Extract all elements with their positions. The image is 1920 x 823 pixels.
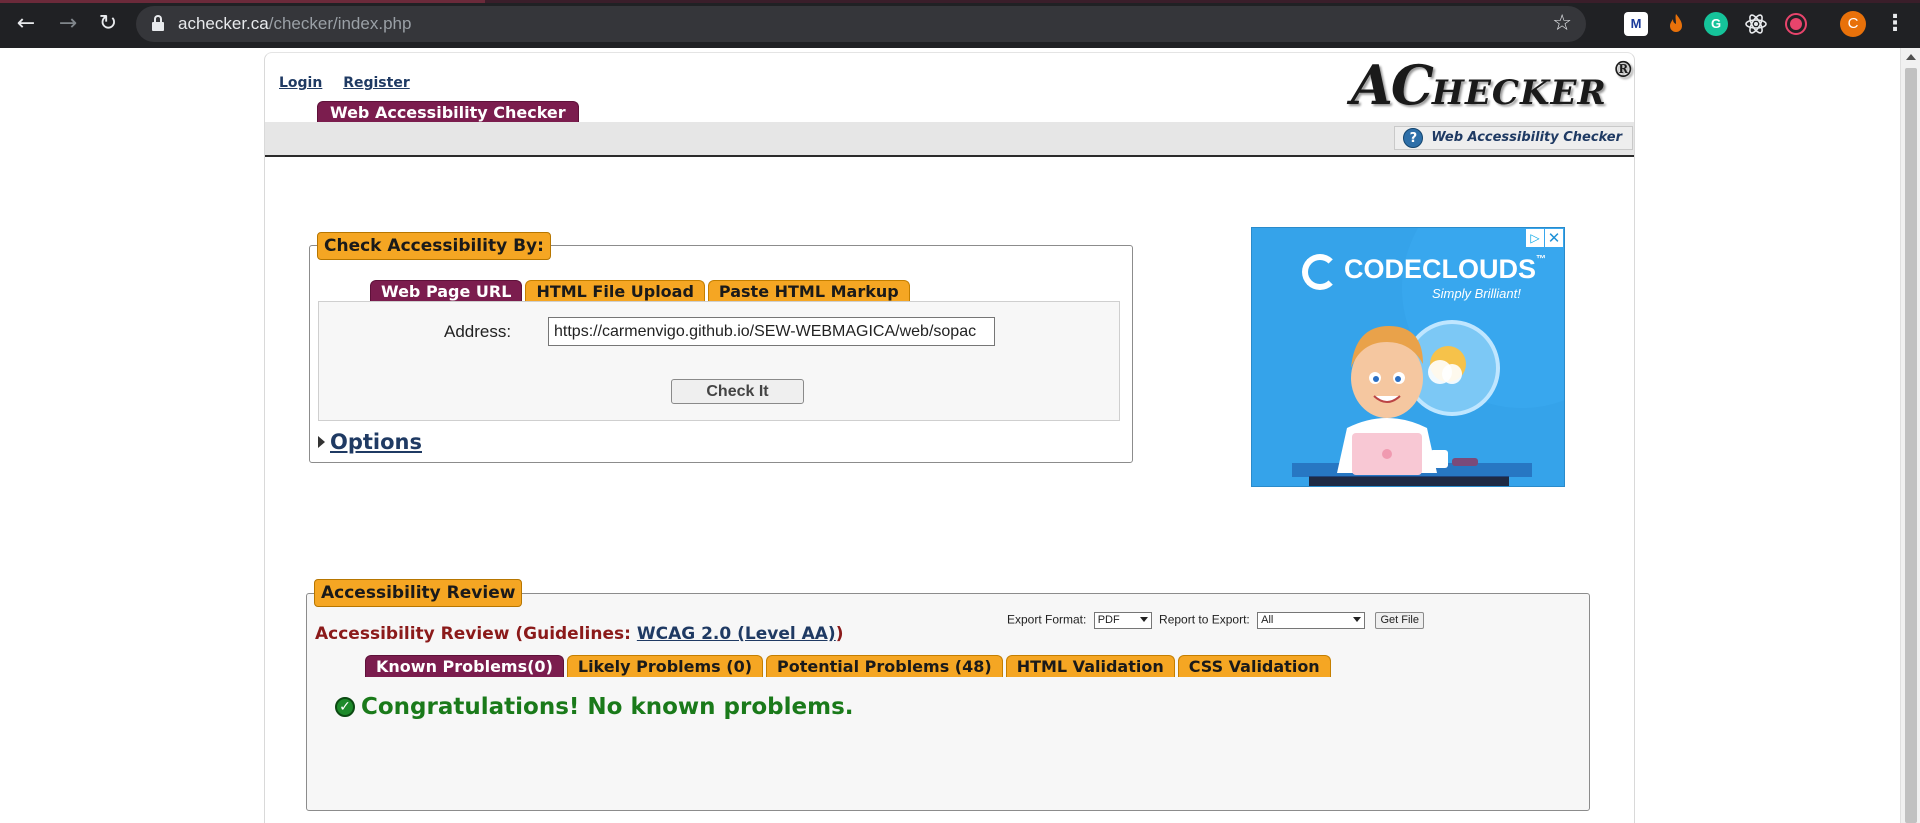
review-guidelines-title: Accessibility Review (Guidelines: WCAG 2… (315, 624, 844, 644)
advertisement[interactable]: CODECLOUDS™ Simply Brilliant! ▷ ✕ (1251, 227, 1565, 487)
expand-triangle-icon (318, 436, 325, 448)
ad-trademark: ™ (1536, 254, 1547, 265)
extension-pink-icon[interactable] (1784, 12, 1808, 36)
url-input-panel: Address: https://carmenvigo.github.io/SE… (318, 301, 1120, 421)
help-icon: ? (1403, 128, 1424, 148)
check-it-button[interactable]: Check It (671, 379, 804, 404)
tab-potential-problems[interactable]: Potential Problems (48) (766, 655, 1003, 677)
address-bar-url[interactable]: achecker.ca/checker/index.php (178, 14, 411, 34)
review-title-prefix: Accessibility Review (Guidelines: (315, 624, 637, 644)
report-to-export-value: All (1261, 614, 1274, 626)
tab-css-validation[interactable]: CSS Validation (1177, 655, 1331, 677)
page-scrollbar[interactable] (1900, 48, 1920, 823)
report-to-export-label: Report to Export: (1159, 612, 1250, 627)
grammarly-icon[interactable]: G (1704, 12, 1728, 36)
profile-avatar[interactable]: C (1840, 11, 1866, 37)
logo-hecker: HECKER (1431, 73, 1607, 113)
reload-icon[interactable]: ↻ (94, 10, 122, 38)
tab-html-file-upload[interactable]: HTML File Upload (525, 280, 705, 302)
export-format-label: Export Format: (1007, 612, 1087, 627)
scroll-thumb[interactable] (1905, 68, 1917, 823)
account-links: Login Register (279, 75, 426, 91)
export-format-select[interactable]: PDF (1093, 612, 1152, 629)
page-container: Login Register ACHECKER ® Web Accessibil… (264, 52, 1635, 823)
chevron-down-icon (1353, 617, 1362, 622)
ad-brand-text: CODECLOUDS (1344, 254, 1537, 284)
options-link[interactable]: Options (330, 430, 422, 454)
address-input[interactable]: https://carmenvigo.github.io/SEW-WEBMAGI… (548, 317, 995, 346)
login-link[interactable]: Login (279, 75, 322, 91)
help-link-label: Web Accessibility Checker (1431, 130, 1622, 145)
tab-likely-problems[interactable]: Likely Problems (0) (566, 655, 764, 677)
guideline-link[interactable]: WCAG 2.0 (Level AA) (637, 624, 836, 644)
bookmark-star-icon[interactable]: ☆ (1552, 11, 1572, 36)
forward-icon[interactable]: → (54, 10, 82, 38)
register-link[interactable]: Register (343, 75, 410, 91)
sub-navigation-bar: ? Web Accessibility Checker (265, 122, 1634, 157)
accessibility-review-legend: Accessibility Review (314, 579, 523, 607)
logo-ac: AC (1351, 53, 1434, 117)
check-accessibility-legend: Check Accessibility By: (317, 232, 551, 260)
browser-menu-icon[interactable]: ⋮ (1884, 10, 1906, 38)
address-bar[interactable]: achecker.ca/checker/index.php ☆ (136, 6, 1586, 42)
result-message: ✓ Congratulations! No known problems. (335, 694, 854, 720)
browser-toolbar: ← → ↻ achecker.ca/checker/index.php ☆ M … (0, 0, 1920, 48)
export-format-value: PDF (1097, 614, 1120, 626)
check-method-tabs: Web Page URL HTML File Upload Paste HTML M… (370, 280, 913, 302)
tab-known-problems[interactable]: Known Problems(0) (365, 655, 564, 677)
get-file-button[interactable]: Get File (1375, 612, 1424, 629)
review-title-suffix: ) (835, 624, 844, 644)
codeclouds-logo-icon (1302, 254, 1338, 290)
tab-html-validation[interactable]: HTML Validation (1005, 655, 1175, 677)
tab-paste-html-markup[interactable]: Paste HTML Markup (707, 280, 910, 302)
tab-web-accessibility-checker[interactable]: Web Accessibility Checker (317, 101, 579, 123)
options-toggle[interactable]: Options (318, 430, 422, 454)
achecker-logo[interactable]: ACHECKER ® (1351, 53, 1634, 117)
chevron-down-icon (1139, 617, 1148, 622)
adchoices-icon[interactable]: ▷ (1526, 229, 1544, 247)
active-tab-accent (0, 0, 485, 3)
report-to-export-select[interactable]: All (1257, 612, 1366, 629)
check-accessibility-fieldset: Check Accessibility By: Web Page URL HTML… (309, 232, 1133, 463)
scroll-up-icon[interactable] (1906, 54, 1916, 60)
back-icon[interactable]: ← (12, 10, 40, 38)
lock-icon[interactable] (152, 15, 164, 31)
address-label: Address: (444, 322, 512, 341)
tab-web-page-url[interactable]: Web Page URL (370, 280, 523, 302)
ad-close-icon[interactable]: ✕ (1545, 229, 1563, 247)
success-check-icon: ✓ (335, 697, 355, 717)
review-result-tabs: Known Problems(0) Likely Problems (0) Pote… (365, 655, 1334, 677)
export-controls: Export Format: PDF Report to Export: All… (1007, 612, 1424, 629)
ad-tagline: Simply Brilliant! (1432, 286, 1521, 301)
extension-fire-icon[interactable] (1664, 12, 1688, 36)
congratulations-text: Congratulations! No known problems. (361, 694, 854, 720)
react-devtools-icon[interactable] (1744, 12, 1768, 36)
help-link[interactable]: ? Web Accessibility Checker (1394, 126, 1633, 150)
accessibility-review-fieldset: Accessibility Review Accessibility Revie… (306, 579, 1590, 811)
ad-brand: CODECLOUDS™ (1344, 254, 1546, 285)
extension-m-icon[interactable]: M (1624, 12, 1648, 36)
logo-registered: ® (1612, 57, 1635, 83)
tab-strip-edge (0, 0, 1920, 3)
url-path: /checker/index.php (268, 14, 412, 33)
url-domain: achecker.ca (178, 14, 269, 33)
